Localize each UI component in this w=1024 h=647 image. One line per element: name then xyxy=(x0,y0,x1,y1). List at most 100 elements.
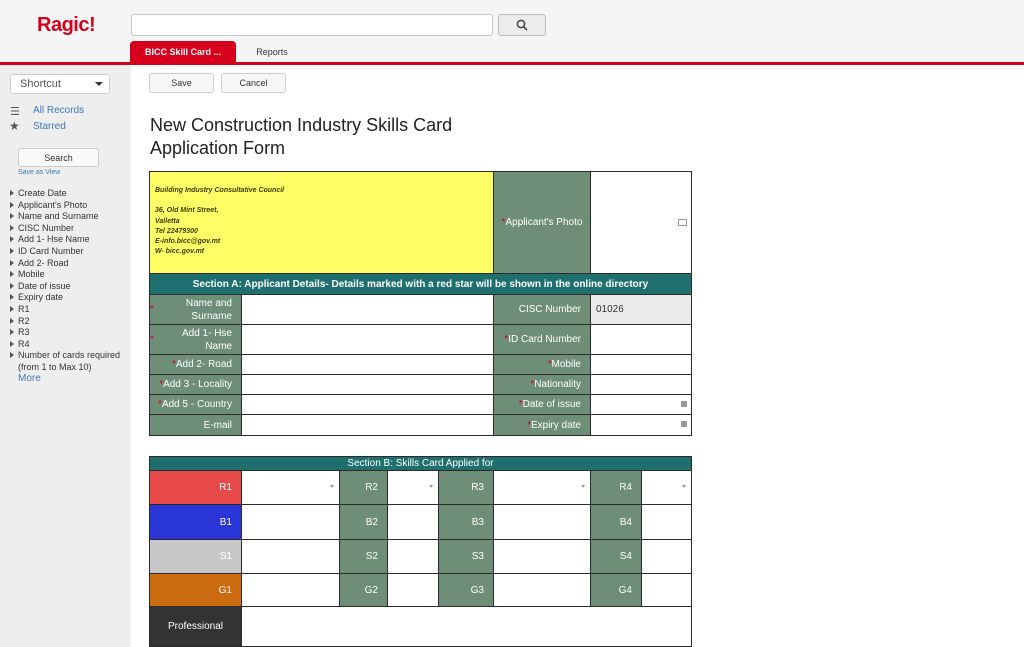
skill-label-g3: G3 xyxy=(438,573,494,607)
shortcut-dropdown[interactable]: Shortcut xyxy=(10,74,110,94)
input-name-and-surname[interactable] xyxy=(241,294,494,325)
chevron-down-icon[interactable] xyxy=(581,485,585,488)
skill-input-s4[interactable] xyxy=(641,539,692,574)
starred-link[interactable]: Starred xyxy=(33,121,66,132)
skill-label-s2: S2 xyxy=(339,539,388,574)
label-0: * Name and Surname xyxy=(149,294,242,325)
skill-input-s3[interactable] xyxy=(493,539,591,574)
skill-input-b2[interactable] xyxy=(387,504,439,540)
input-mobile[interactable] xyxy=(590,354,692,375)
applicant-photo-field[interactable] xyxy=(590,171,692,274)
label-right-2: * Mobile xyxy=(493,354,591,375)
input-add-1-hse-name[interactable] xyxy=(241,324,494,355)
skill-label-b4: B4 xyxy=(590,504,642,540)
global-search-input[interactable] xyxy=(131,14,493,36)
org-name: Building Industry Consultative Council xyxy=(155,187,285,194)
skill-input-b3[interactable] xyxy=(493,504,591,540)
save-button[interactable]: Save xyxy=(149,73,214,93)
sidebar-field-item[interactable]: Add 1- Hse Name xyxy=(9,234,131,246)
global-search-button[interactable] xyxy=(498,14,546,36)
input-date-of-issue[interactable] xyxy=(590,394,692,415)
input-expiry-date[interactable] xyxy=(590,414,692,436)
label-2: * Add 2- Road xyxy=(149,354,242,375)
sidebar-field-item[interactable]: Number of cards required (from 1 to Max … xyxy=(9,350,140,373)
skill-input-g1[interactable] xyxy=(241,573,340,607)
skill-input-r3[interactable] xyxy=(493,470,591,505)
skill-input-g2[interactable] xyxy=(387,573,439,607)
sidebar-field-item[interactable]: Create Date xyxy=(9,188,131,200)
sidebar-field-item[interactable]: R4 xyxy=(9,339,131,351)
input-add-3-locality[interactable] xyxy=(241,374,494,395)
professional-label: Professional xyxy=(149,606,242,647)
sidebar-field-item[interactable]: Date of issue xyxy=(9,281,131,293)
input-add-2-road[interactable] xyxy=(241,354,494,375)
skill-code: B2 xyxy=(365,516,378,528)
field-label: Nationality xyxy=(534,379,581,390)
list-icon: ☰ xyxy=(10,106,20,118)
label-right-0: CISC Number xyxy=(493,294,591,325)
chevron-down-icon[interactable] xyxy=(330,485,334,488)
skill-code: G3 xyxy=(470,584,484,596)
input-id-card-number[interactable] xyxy=(590,324,692,355)
sidebar-field-item[interactable]: ID Card Number xyxy=(9,246,131,258)
input-cisc-number[interactable]: 01026 xyxy=(590,294,692,325)
label-3: * Add 3 - Locality xyxy=(149,374,242,395)
calendar-icon[interactable] xyxy=(681,421,687,427)
skill-input-b4[interactable] xyxy=(641,504,692,540)
skill-input-s2[interactable] xyxy=(387,539,439,574)
more-link[interactable]: More xyxy=(18,373,41,384)
skill-input-r1[interactable] xyxy=(241,470,340,505)
section-b-header: Section B: Skills Card Applied for xyxy=(149,456,692,471)
skill-label-r4: R4 xyxy=(590,470,642,505)
skill-code: G1 xyxy=(218,584,232,596)
label-right-5: * Expiry date xyxy=(493,414,591,436)
all-records-link[interactable]: All Records xyxy=(33,105,84,116)
input-nationality[interactable] xyxy=(590,374,692,395)
skill-input-r2[interactable] xyxy=(387,470,439,505)
calendar-icon[interactable] xyxy=(681,401,687,407)
sidebar-field-item[interactable]: Mobile xyxy=(9,269,131,281)
sidebar-field-item[interactable]: CISC Number xyxy=(9,223,131,235)
save-as-view-link[interactable]: Save as View xyxy=(18,169,60,176)
field-label: Date of issue xyxy=(522,399,581,410)
image-icon[interactable] xyxy=(678,219,687,226)
field-label: Add 1- Hse Name xyxy=(181,327,232,352)
sidebar-field-item[interactable]: Expiry date xyxy=(9,292,131,304)
skill-code: R1 xyxy=(219,482,232,493)
sidebar-field-item[interactable]: R1 xyxy=(9,304,131,316)
skill-input-s1[interactable] xyxy=(241,539,340,574)
skill-code: B3 xyxy=(471,516,484,528)
sidebar-search-button[interactable]: Search xyxy=(18,148,99,167)
field-label: Expiry date xyxy=(530,419,581,431)
label-right-3: * Nationality xyxy=(493,374,591,395)
skill-input-r4[interactable] xyxy=(641,470,692,505)
skill-input-g3[interactable] xyxy=(493,573,591,607)
tab-bicc-skill-card[interactable]: BICC Skill Card ... xyxy=(130,41,236,63)
label-right-1: * ID Card Number xyxy=(493,324,591,355)
sidebar-field-item[interactable]: Name and Surname xyxy=(9,211,131,223)
sidebar-field-item[interactable]: Add 2- Road xyxy=(9,258,131,270)
cancel-button[interactable]: Cancel xyxy=(221,73,286,93)
input-add-5-country[interactable] xyxy=(241,394,494,415)
org-email: E-info.bicc@gov.mt xyxy=(155,238,221,246)
skill-code: S1 xyxy=(219,551,232,562)
section-a-header: Section A: Applicant Details- Details ma… xyxy=(149,273,692,295)
input-e-mail[interactable] xyxy=(241,414,494,436)
skill-code: B1 xyxy=(219,516,232,528)
field-label: Add 3 - Locality xyxy=(163,379,232,390)
tab-reports[interactable]: Reports xyxy=(246,41,298,63)
professional-input[interactable] xyxy=(241,606,692,647)
chevron-down-icon[interactable] xyxy=(429,485,433,488)
skill-input-g4[interactable] xyxy=(641,573,692,607)
ragic-logo[interactable]: Ragic! xyxy=(37,14,96,37)
skill-code: S4 xyxy=(619,551,632,562)
skill-input-b1[interactable] xyxy=(241,504,340,540)
sidebar-field-item[interactable]: R2 xyxy=(9,316,131,328)
field-label: Add 5 - Country xyxy=(161,399,232,410)
skill-code: S3 xyxy=(471,551,484,562)
skill-label-r1: R1 xyxy=(149,470,242,505)
chevron-down-icon[interactable] xyxy=(682,485,686,488)
sidebar-field-item[interactable]: R3 xyxy=(9,327,131,339)
sidebar-field-item[interactable]: Applicant's Photo xyxy=(9,200,131,212)
